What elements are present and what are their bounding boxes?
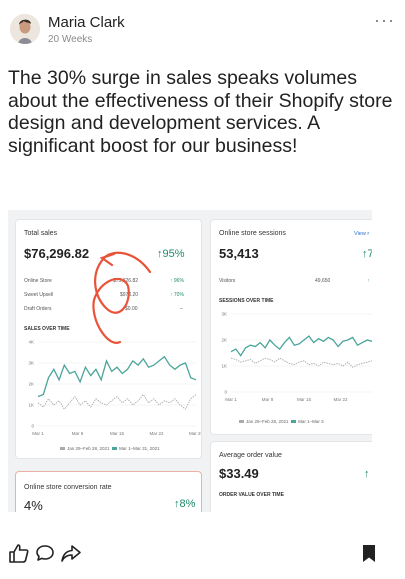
y-tick-label: 0 xyxy=(224,390,227,395)
conversion-title: Online store conversion rate xyxy=(24,484,112,491)
conversion-rate-card: Online store conversion rate 4% ↑8% xyxy=(16,472,201,512)
row-value-online-store: $75,326.82 xyxy=(113,278,139,284)
conversion-change: ↑8% xyxy=(174,498,196,510)
y-tick-label: 2K xyxy=(28,382,34,387)
author-name[interactable]: Maria Clark xyxy=(48,14,125,31)
sales-over-time-chart: 0 1K 2K 3K 4K Mar 1 Mar 8 Mar 15 Mar 22 Mar 29 xyxy=(28,340,201,437)
x-tick-label: Mar 15 xyxy=(297,397,312,402)
series-line-current xyxy=(37,355,197,398)
total-sales-title: Total sales xyxy=(24,230,58,237)
aov-value: $33.49 xyxy=(219,466,259,481)
sessions-card: Online store sessions View r 53,413 ↑7 V… xyxy=(211,220,372,434)
thumbs-up-icon[interactable] xyxy=(8,542,30,564)
sessions-change: ↑7 xyxy=(362,248,372,260)
more-options-icon[interactable]: ··· xyxy=(374,10,395,31)
post-header: Maria Clark 20 Weeks ··· xyxy=(10,10,395,48)
x-tick-label: Mar 8 xyxy=(72,431,84,436)
row-change-online-store: ↑ 96% xyxy=(170,278,184,284)
bookmark-icon[interactable] xyxy=(358,542,380,564)
post-actions-bar xyxy=(8,542,378,564)
sessions-title: Online store sessions xyxy=(219,230,286,237)
post-timestamp: 20 Weeks xyxy=(48,34,93,45)
post-body-text: The 30% surge in sales speaks volumes ab… xyxy=(8,67,393,157)
y-tick-label: 1K xyxy=(28,403,34,408)
x-tick-label: Mar 22 xyxy=(333,397,348,402)
sessions-chart-legend: Jan 29–Feb 28, 2021 Mar 1–Mar 3 xyxy=(239,419,324,424)
x-tick-label: Mar 1 xyxy=(225,397,237,402)
legend-swatch-current xyxy=(291,420,297,424)
legend-previous: Jan 29–Feb 28, 2021 xyxy=(246,419,289,424)
y-tick-label: 3K xyxy=(28,361,34,366)
legend-current: Mar 1–Mar 31, 2021 xyxy=(119,446,160,451)
post-image[interactable]: Total sales $76,296.82 ↑95% Online Store… xyxy=(8,210,372,512)
avatar-image xyxy=(10,14,40,44)
x-tick-label: Mar 8 xyxy=(262,397,274,402)
legend-current: Mar 1–Mar 3 xyxy=(298,419,324,424)
row-label-online-store: Online Store xyxy=(24,278,52,284)
y-tick-label: 0 xyxy=(31,424,34,429)
visitors-change: ↑ xyxy=(367,278,370,284)
row-label-sweet-upsell: Sweet Upsell xyxy=(24,292,54,298)
series-line-current xyxy=(230,335,372,357)
aov-chart-title: ORDER VALUE OVER TIME xyxy=(219,492,284,498)
aov-title: Average order value xyxy=(219,452,282,459)
legend-swatch-current xyxy=(112,447,118,451)
x-tick-label: Mar 1 xyxy=(32,431,44,436)
row-change-sweet-upsell: ↑ 70% xyxy=(170,292,184,298)
average-order-value-card: Average order value $33.49 ↑ ORDER VALUE… xyxy=(211,442,372,512)
x-tick-label: Mar 29 xyxy=(189,431,201,436)
y-tick-label: 1K xyxy=(221,364,227,369)
sessions-chart-title: SESSIONS OVER TIME xyxy=(219,298,274,304)
row-label-draft-orders: Draft Orders xyxy=(24,306,52,312)
sessions-over-time-chart: 01K2K3KMar 1 Mar 8 Mar 15 Mar 22 Mar xyxy=(221,312,372,402)
y-tick-label: 4K xyxy=(28,340,34,345)
total-sales-value: $76,296.82 xyxy=(24,246,90,261)
visitors-label: Visitors xyxy=(219,278,236,284)
aov-change: ↑ xyxy=(364,468,370,480)
y-tick-label: 2K xyxy=(221,338,227,343)
total-sales-card: Total sales $76,296.82 ↑95% Online Store… xyxy=(16,220,201,458)
sales-chart-legend: Jan 29–Feb 28, 2021 Mar 1–Mar 31, 2021 xyxy=(60,446,160,451)
total-sales-change: ↑95% xyxy=(157,248,185,260)
y-tick-label: 3K xyxy=(221,312,227,317)
legend-swatch-previous xyxy=(239,420,244,424)
legend-previous: Jan 29–Feb 28, 2021 xyxy=(67,446,110,451)
visitors-value: 49,650 xyxy=(315,278,331,284)
avatar[interactable] xyxy=(10,14,40,44)
x-tick-label: Mar 15 xyxy=(110,431,125,436)
conversion-value: 4% xyxy=(24,498,43,512)
series-line-previous xyxy=(37,393,197,410)
sessions-value: 53,413 xyxy=(219,246,259,261)
share-icon[interactable] xyxy=(60,542,82,564)
x-tick-label: Mar 22 xyxy=(149,431,164,436)
comment-icon[interactable] xyxy=(34,542,56,564)
row-value-draft-orders: $0.00 xyxy=(125,306,138,312)
legend-swatch-previous xyxy=(60,447,65,451)
row-value-sweet-upsell: $970.20 xyxy=(120,292,139,298)
view-report-link[interactable]: View r xyxy=(354,231,369,237)
row-change-draft-orders: – xyxy=(180,306,183,312)
